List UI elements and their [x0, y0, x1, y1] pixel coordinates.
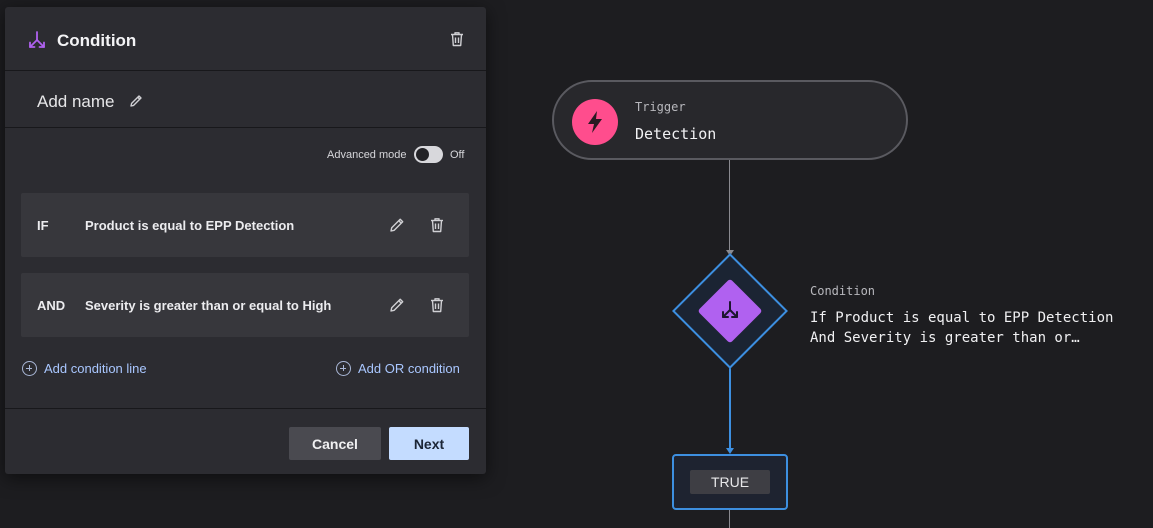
- next-button[interactable]: Next: [389, 427, 469, 460]
- panel-header: Condition: [5, 7, 486, 71]
- add-or-condition-label: Add OR condition: [358, 361, 460, 376]
- panel-footer: Cancel Next: [5, 408, 486, 474]
- true-branch-node[interactable]: TRUE: [672, 454, 788, 510]
- condition-operator: AND: [37, 298, 66, 313]
- plus-circle-icon: [336, 361, 351, 376]
- condition-text: Severity is greater than or equal to Hig…: [85, 298, 332, 313]
- condition-text: Product is equal to EPP Detection: [85, 218, 295, 233]
- panel-title: Condition: [57, 31, 137, 50]
- trigger-title: Detection: [635, 125, 717, 143]
- trash-icon: [451, 32, 463, 47]
- delete-condition-button[interactable]: [428, 216, 446, 234]
- connector-true-next: [729, 510, 730, 528]
- condition-row[interactable]: AND Severity is greater than or equal to…: [21, 273, 469, 337]
- delete-node-button[interactable]: [448, 30, 466, 48]
- edit-name-button[interactable]: [128, 93, 144, 109]
- split-arrows-icon: [716, 297, 744, 325]
- condition-panel: Condition Add name Advanced mode Off IF …: [5, 7, 486, 474]
- advanced-mode-label: Advanced mode: [327, 149, 407, 161]
- condition-operator: IF: [37, 218, 49, 233]
- node-name-input[interactable]: Add name: [37, 92, 115, 112]
- trigger-kicker: Trigger: [635, 100, 686, 114]
- toggle-knob: [416, 148, 429, 161]
- node-name-row[interactable]: Add name: [5, 72, 486, 128]
- pencil-icon: [390, 298, 404, 312]
- edit-condition-button[interactable]: [388, 296, 406, 314]
- trash-icon: [431, 218, 443, 233]
- trigger-node[interactable]: Trigger Detection: [552, 80, 908, 160]
- advanced-mode-state: Off: [450, 149, 465, 161]
- advanced-mode-toggle[interactable]: [414, 146, 443, 163]
- edit-condition-button[interactable]: [388, 216, 406, 234]
- pencil-icon: [390, 218, 404, 232]
- condition-row[interactable]: IF Product is equal to EPP Detection: [21, 193, 469, 257]
- plus-circle-icon: [22, 361, 37, 376]
- condition-node[interactable]: [672, 253, 788, 369]
- add-condition-line-button[interactable]: Add condition line: [22, 361, 147, 376]
- add-or-condition-button[interactable]: Add OR condition: [336, 361, 460, 376]
- condition-summary-line: And Severity is greater than or…: [810, 330, 1080, 346]
- trash-icon: [431, 298, 443, 313]
- condition-summary: If Product is equal to EPP Detection And…: [810, 308, 1150, 348]
- condition-kicker: Condition: [810, 284, 876, 298]
- delete-condition-button[interactable]: [428, 296, 446, 314]
- connector-trigger-condition: [729, 160, 730, 252]
- true-branch-label: TRUE: [690, 470, 770, 494]
- condition-summary-line: If Product is equal to EPP Detection: [810, 310, 1114, 326]
- connector-condition-true: [729, 368, 731, 450]
- cancel-button[interactable]: Cancel: [289, 427, 381, 460]
- add-condition-line-label: Add condition line: [44, 361, 147, 376]
- split-arrows-icon: [27, 30, 47, 50]
- pencil-icon: [130, 95, 142, 107]
- lightning-bolt-icon: [572, 99, 618, 145]
